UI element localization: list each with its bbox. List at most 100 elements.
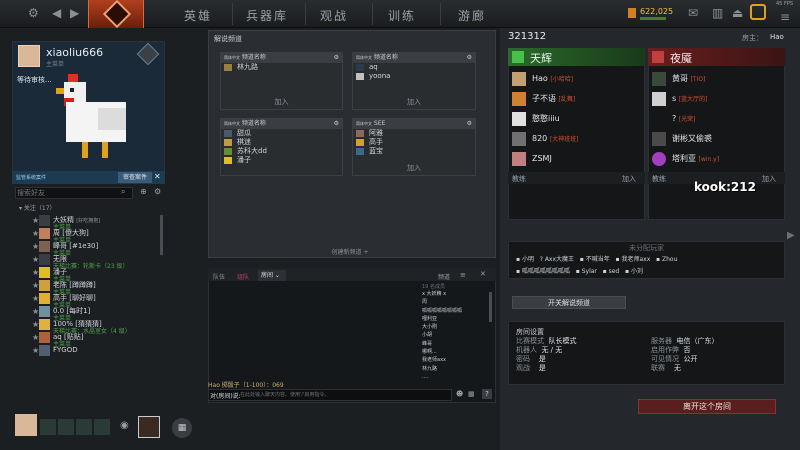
- friend-item[interactable]: ★ 100% [猜猜猜] 天梯比赛：水晶室女（4 级）: [13, 318, 165, 335]
- channel-settings-icon[interactable]: ⚙: [467, 53, 475, 63]
- party-slot[interactable]: [76, 419, 92, 435]
- player-slot[interactable]: 谢彬又偷裘: [648, 129, 785, 149]
- friend-search-input[interactable]: [17, 188, 127, 198]
- friend-item[interactable]: ★ 无限 天梯比赛：轮斯卡（23 级）: [13, 253, 165, 270]
- wheel-icon[interactable]: ▦: [468, 390, 475, 398]
- channel-member[interactable]: 林九路: [221, 63, 342, 72]
- search-icon[interactable]: ⌕: [121, 187, 125, 197]
- chat-member[interactable]: 林九路: [422, 365, 490, 373]
- leave-room-button[interactable]: 离开这个房间: [638, 399, 776, 414]
- exit-icon[interactable]: ⏏: [732, 6, 743, 20]
- add-friend-icon[interactable]: ⊕: [140, 187, 147, 196]
- profile-avatar[interactable]: [18, 45, 40, 67]
- channel-member[interactable]: 苏科大dd: [221, 147, 342, 156]
- chat-member[interactable]: 大小刚: [422, 323, 490, 331]
- chat-scrollbar[interactable]: [489, 292, 492, 322]
- friend-item[interactable]: ★ 峰哥 [#1e30] 主菜单: [13, 240, 165, 257]
- player-slot[interactable]: s [蓝大厅的]: [648, 89, 785, 109]
- join-channel-button[interactable]: 加入: [353, 97, 475, 107]
- party-leader-icon[interactable]: [138, 416, 160, 438]
- nav-armory[interactable]: 兵器库: [246, 7, 288, 24]
- chat-member[interactable]: 哩利亚: [422, 315, 490, 323]
- chat-member[interactable]: 峰哥: [422, 340, 490, 348]
- chat-member[interactable]: 周: [422, 298, 490, 306]
- group-icon[interactable]: ▦: [172, 418, 192, 438]
- chat-input[interactable]: [240, 390, 450, 400]
- mail-icon[interactable]: ✉: [688, 6, 698, 20]
- join-channel-button[interactable]: 加入: [353, 163, 475, 173]
- player-slot[interactable]: 憨憨iiiu: [508, 109, 645, 129]
- nav-heroes[interactable]: 英雄: [184, 7, 212, 24]
- emoticon-icon[interactable]: ☻: [456, 390, 463, 398]
- friend-item[interactable]: ★ 周 [傻大狗] 主菜单: [13, 227, 165, 244]
- chat-member[interactable]: 哪啊...: [422, 348, 490, 356]
- player-slot[interactable]: Hao [小哈哈]: [508, 69, 645, 89]
- close-icon[interactable]: ✕: [154, 172, 161, 181]
- friend-item[interactable]: ★ 老陈 [蹲蹲蹲] 主菜单: [13, 279, 165, 296]
- player-slot[interactable]: 塔利亚 [win.y]: [648, 149, 785, 169]
- back-icon[interactable]: ◀: [52, 6, 61, 20]
- nav-learn[interactable]: 训练: [388, 7, 416, 24]
- menu-icon[interactable]: ≡: [780, 10, 790, 24]
- tab-party[interactable]: 组队: [237, 272, 249, 281]
- channel-member[interactable]: aq: [353, 63, 475, 72]
- friend-settings-icon[interactable]: ⚙: [154, 187, 161, 196]
- expand-arrow-icon[interactable]: ▶: [787, 230, 795, 241]
- party-slot[interactable]: [40, 419, 56, 435]
- chat-member[interactable]: 呱呱呱呱呱呱呱呱: [422, 307, 490, 315]
- dire-coach-join[interactable]: 加入: [762, 174, 776, 184]
- channel-member[interactable]: 甜瓜: [221, 129, 342, 138]
- player-slot[interactable]: ZSMJ: [508, 149, 645, 169]
- settings-icon[interactable]: ⚙: [28, 6, 39, 20]
- channel-member[interactable]: 阿雅: [353, 129, 475, 138]
- channel-member[interactable]: 高手: [353, 138, 475, 147]
- channel-member[interactable]: 潘子: [221, 156, 342, 165]
- channel-settings-icon[interactable]: ⚙: [334, 119, 342, 129]
- unassigned-player[interactable]: ▪ 我老师axx: [616, 256, 651, 263]
- unassigned-player[interactable]: ▪ 小明: [516, 256, 534, 263]
- channel-member[interactable]: 棋迷: [221, 138, 342, 147]
- friend-item[interactable]: ★ 大妖精 [好吃拥抱] 主菜单: [13, 214, 165, 231]
- channel-list-icon[interactable]: ≡: [460, 271, 466, 279]
- player-slot[interactable]: ? [光荣]: [648, 109, 785, 129]
- chat-member[interactable]: 我老师axx: [422, 356, 490, 364]
- player-slot[interactable]: 820 [大神班班]: [508, 129, 645, 149]
- unassigned-player[interactable]: ▪ Sylar: [576, 268, 597, 275]
- friend-item[interactable]: ★ aq [贴贴] 主菜单: [13, 331, 165, 348]
- friend-item[interactable]: ★ FYGOD: [13, 344, 165, 357]
- shop-icon[interactable]: ▥: [712, 6, 723, 20]
- toggle-commentary-button[interactable]: 开关解说频道: [512, 296, 626, 309]
- friend-scrollbar[interactable]: [160, 215, 163, 255]
- nav-arcade[interactable]: 游廊: [458, 7, 486, 24]
- friend-item[interactable]: ★ 潘子 主菜单: [13, 266, 165, 283]
- friend-item[interactable]: ★ 0.0 [每时1] 主菜单: [13, 305, 165, 322]
- tab-team[interactable]: 队伍: [213, 272, 225, 281]
- radiant-coach-join[interactable]: 加入: [622, 174, 636, 184]
- party-slot[interactable]: [58, 419, 74, 435]
- close-chat-icon[interactable]: ✕: [480, 270, 486, 278]
- channel-member[interactable]: 蓝宝: [353, 147, 475, 156]
- create-channel-button[interactable]: 创建新频道 +: [300, 247, 400, 257]
- chat-member[interactable]: ....: [422, 373, 490, 381]
- help-icon[interactable]: ?: [482, 389, 492, 399]
- unassigned-player[interactable]: ▪ sed: [603, 268, 620, 275]
- unassigned-player[interactable]: ▪ Zhou: [656, 256, 677, 263]
- dota-logo[interactable]: [88, 0, 144, 29]
- forward-icon[interactable]: ▶: [70, 6, 79, 20]
- party-avatar[interactable]: [15, 414, 37, 436]
- chat-member[interactable]: x 大妖精 x: [422, 290, 490, 298]
- unassigned-player[interactable]: ? Axx大魔王: [540, 256, 574, 263]
- chat-member[interactable]: 小胡: [422, 331, 490, 339]
- review-case-button[interactable]: 审查案件: [118, 172, 152, 183]
- voice-icon[interactable]: ◉: [120, 420, 129, 431]
- unassigned-player[interactable]: ▪ 小刘: [625, 268, 643, 275]
- channel-settings-icon[interactable]: ⚙: [334, 53, 342, 63]
- join-channel-button[interactable]: 加入: [221, 97, 342, 107]
- tab-room[interactable]: 房间 ⌄: [258, 270, 286, 281]
- nav-watch[interactable]: 观战: [320, 7, 348, 24]
- player-slot[interactable]: 子不语 [乱舞]: [508, 89, 645, 109]
- channel-settings-icon[interactable]: ⚙: [467, 119, 475, 129]
- player-slot[interactable]: 黄哥 [TIO]: [648, 69, 785, 89]
- channel-member[interactable]: yoona: [353, 72, 475, 81]
- party-slot[interactable]: [94, 419, 110, 435]
